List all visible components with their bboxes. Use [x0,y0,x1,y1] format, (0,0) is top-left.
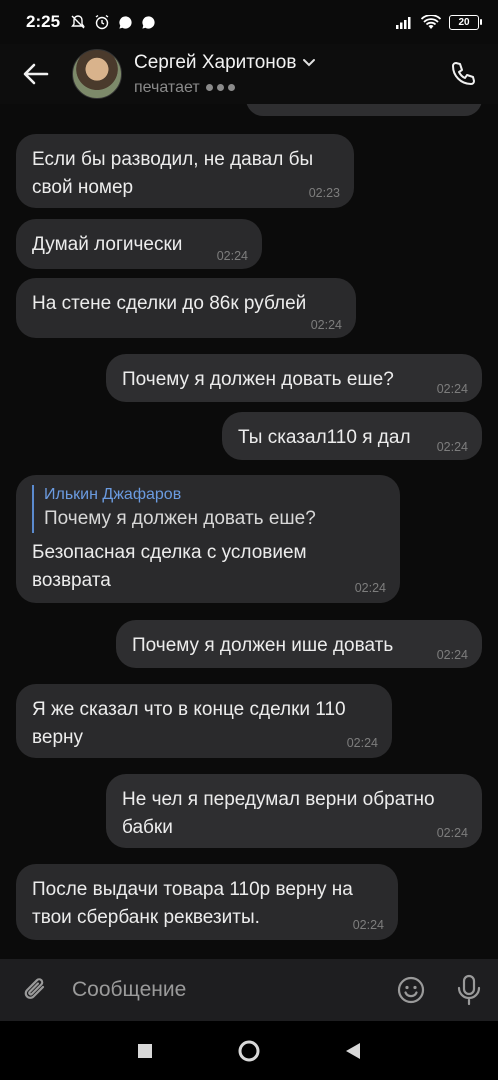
message-bubble[interactable]: Думай логически 02:24 [16,219,262,269]
message-text: Не чел я передумал верни обратно бабки [122,789,435,838]
contact-info[interactable]: Сергей Харитонов печатает [134,52,316,97]
message-list[interactable]: Если бы разводил, не давал бы свой номер … [0,104,498,959]
quoted-reply[interactable]: Илькин Джафаров Почему я должен довать е… [32,485,384,533]
message-time: 02:24 [352,918,384,932]
message-text: Я же сказал что в конце сделки 110 верну [32,699,346,748]
message-text: После выдачи товара 110р верну на твои сб… [32,879,353,928]
smiley-icon [397,976,425,1004]
paperclip-icon [24,978,45,999]
call-button[interactable] [428,44,498,104]
reply-text: Почему я должен довать еше? [44,508,316,529]
message-text: Ты сказал110 я дал [238,427,411,448]
message-time: 02:24 [436,382,468,396]
message-text: Почему я должен ише довать [132,635,394,656]
message-time: 02:24 [436,648,468,662]
message-time: 02:23 [308,186,340,200]
system-icons: 20 [395,14,482,30]
triangle-back-icon [346,1042,360,1059]
home-button[interactable] [197,1021,301,1080]
chevron-down-icon [303,58,316,66]
message-time: 02:24 [346,736,378,750]
phone-icon [452,62,475,85]
message-time: 02:24 [436,826,468,840]
status-bar: 2:25 20 [0,0,498,44]
message-time: 02:24 [436,440,468,454]
reply-author: Илькин Джафаров [44,486,182,503]
microphone-icon [457,974,481,1006]
chat-header: Сергей Харитонов печатает [0,44,498,104]
message-text: Если бы разводил, не давал бы свой номер [32,149,314,198]
message-composer [0,959,498,1021]
message-bubble[interactable]: Я же сказал что в конце сделки 110 верну … [16,684,392,758]
typing-label: печатает [134,78,200,96]
system-navigation-bar [0,1021,498,1080]
typing-dots-icon [205,84,235,91]
message-text: На стене сделки до 86к рублей [32,293,307,314]
message-bubble-outgoing[interactable]: Почему я должен довать еше? 02:24 [106,354,482,402]
square-icon [138,1043,152,1058]
chat-bubble-icon [142,15,155,29]
message-time: 02:24 [310,318,342,332]
message-input-wrapper[interactable] [72,959,382,1021]
back-nav-button[interactable] [301,1021,405,1080]
arrow-left-icon [23,63,49,85]
attach-button[interactable] [0,959,72,1021]
signal-icon [396,17,411,29]
message-bubble[interactable]: После выдачи товара 110р верну на твои сб… [16,864,398,940]
battery-level: 20 [449,14,479,30]
message-bubble-outgoing[interactable]: Не чел я передумал верни обратно бабки 02… [106,774,482,848]
avatar[interactable] [72,49,122,99]
battery-icon: 20 [449,14,482,30]
microphone-button[interactable] [440,959,498,1021]
typing-status: печатает [134,79,316,97]
message-bubble-outgoing[interactable]: Ты сказал110 я дал 02:24 [222,412,482,460]
message-text: Безопасная сделка с условием возврата [32,542,307,591]
message-time: 02:24 [216,249,248,263]
message-input[interactable] [72,978,382,1002]
message-bubble[interactable]: Если бы разводил, не давал бы свой номер … [16,134,354,208]
circle-icon [238,1040,260,1061]
muted-bell-icon [71,15,85,29]
notification-icons [70,14,156,30]
alarm-icon [95,14,109,30]
message-text: Почему я должен довать еше? [122,369,394,390]
emoji-button[interactable] [382,959,440,1021]
message-bubble-partial[interactable] [246,104,482,116]
message-time: 02:24 [354,581,386,595]
message-bubble-reply[interactable]: Илькин Джафаров Почему я должен довать е… [16,475,400,603]
chat-bubble-icon [119,15,132,29]
status-time: 2:25 [26,12,61,31]
message-bubble[interactable]: На стене сделки до 86к рублей 02:24 [16,278,356,338]
back-button[interactable] [0,44,72,104]
wifi-icon [421,14,441,29]
message-bubble-outgoing[interactable]: Почему я должен ише довать 02:24 [116,620,482,668]
recent-apps-button[interactable] [93,1021,197,1080]
message-text: Думай логически [32,234,183,255]
contact-name: Сергей Харитонов [134,51,297,73]
